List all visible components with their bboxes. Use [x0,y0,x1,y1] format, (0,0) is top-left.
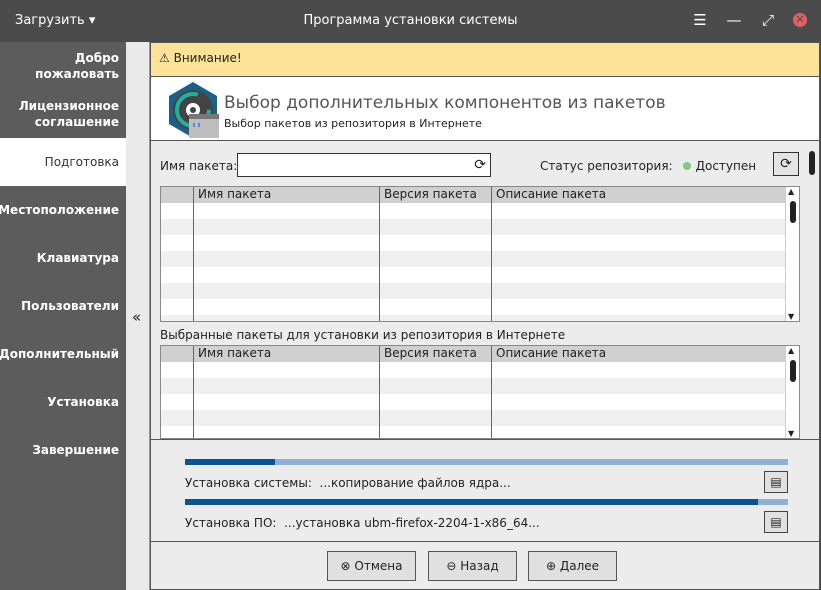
scroll-down-icon[interactable]: ▼ [788,312,794,321]
column-header[interactable]: Имя пакета [194,346,380,362]
system-progress-text: Установка системы: ...копирование файлов… [185,476,511,490]
warning-banner: ⚠ Внимание! [151,43,819,77]
system-progress-status: ...копирование файлов ядра... [319,476,511,490]
warning-icon: ⚠ [159,51,170,65]
table-scrollbar[interactable]: ▲ ▼ [785,187,799,321]
software-progress-text: Установка ПО: ...установка ubm-firefox-2… [185,516,540,530]
sidebar-item[interactable]: Добро пожаловать [0,42,126,90]
available-packages-table[interactable]: Имя пакета Версия пакета Описание пакета ▲ ▼ [160,186,800,322]
software-log-button[interactable]: ▤ [764,511,788,533]
sidebar-item[interactable]: Завершение [0,426,126,474]
refresh-repo-button[interactable]: ⟳ [773,152,799,176]
warning-text: Внимание! [173,51,242,65]
sidebar-item[interactable]: Пользователи [0,282,126,330]
sidebar-item[interactable]: Подготовка [0,138,126,186]
refresh-icon: ⟳ [780,156,792,172]
repo-status-value: Доступен [695,159,757,173]
table-row[interactable] [161,219,799,235]
selected-packages-label: Выбранные пакеты для установки из репози… [160,328,566,342]
cancel-button[interactable]: ⊗ Отмена [327,551,416,581]
refresh-icon[interactable]: ⟳ [474,157,486,173]
next-button[interactable]: ⊕ Далее [528,551,617,581]
table-row[interactable] [161,299,799,315]
table-row[interactable] [161,203,799,219]
back-button[interactable]: ⊖ Назад [428,551,517,581]
column-header[interactable] [161,187,194,203]
selected-packages-table[interactable]: Имя пакета Версия пакета Описание пакета ▲ ▼ [160,345,800,439]
log-icon: ▤ [770,515,782,529]
software-progress-status: ...установка ubm-firefox-2204-1-x86_64..… [284,516,540,530]
table-row[interactable] [161,362,799,378]
scroll-up-icon[interactable]: ▲ [788,346,794,355]
hamburger-menu-icon[interactable]: ☰ [691,11,709,29]
log-icon: ▤ [770,475,782,489]
system-log-button[interactable]: ▤ [764,471,788,493]
status-dot-icon [682,162,691,170]
sidebar-item[interactable]: Клавиатура [0,234,126,282]
page-subtitle: Выбор пакетов из репозитория в Интернете [224,117,482,130]
table-row[interactable] [161,426,799,438]
repo-status: Статус репозитория: Доступен [540,159,756,173]
system-progress-label: Установка системы: [185,476,312,490]
table-row[interactable] [161,235,799,251]
title-bar: Загрузить ▾ Программа установки системы … [0,0,821,42]
back-label: Назад [460,559,499,573]
next-label: Далее [559,559,600,573]
minimize-icon[interactable]: — [725,11,743,29]
sidebar-item[interactable]: Лицензионное соглашение [0,90,126,138]
column-header[interactable]: Описание пакета [492,187,799,203]
cancel-label: Отмена [354,559,403,573]
scroll-up-icon[interactable]: ▲ [788,187,794,196]
column-header[interactable] [161,346,194,362]
package-logo-icon [169,82,219,138]
column-header[interactable]: Версия пакета [380,346,492,362]
arrow-left-icon: ⊖ [446,559,457,573]
table-header: Имя пакета Версия пакета Описание пакета [161,346,799,362]
package-name-input[interactable]: ⟳ [237,153,491,177]
software-progress-label: Установка ПО: [185,516,277,530]
sidebar-item[interactable]: Местоположение [0,186,126,234]
table-row[interactable] [161,315,799,321]
footer: ⊗ Отмена ⊖ Назад ⊕ Далее [151,541,819,589]
cancel-icon: ⊗ [340,559,351,573]
sidebar-item[interactable]: Дополнительный [0,330,126,378]
maximize-icon[interactable]: ⤢ [759,11,777,29]
sidebar: Добро пожаловать Лицензионное соглашение П… [0,42,126,590]
system-progress-bar [185,459,788,465]
page-header: Выбор дополнительных компонентов из паке… [151,77,819,141]
column-header[interactable]: Имя пакета [194,187,380,203]
table-row[interactable] [161,251,799,267]
table-row[interactable] [161,410,799,426]
close-icon[interactable]: ✕ [793,13,807,27]
main-panel: ⚠ Внимание! Выбор дополнительных компоне… [150,42,820,590]
table-scrollbar[interactable]: ▲ ▼ [785,346,799,438]
table-header: Имя пакета Версия пакета Описание пакета [161,187,799,203]
table-row[interactable] [161,378,799,394]
page-title: Выбор дополнительных компонентов из паке… [224,93,666,113]
scroll-down-icon[interactable]: ▼ [788,429,794,438]
package-name-label: Имя пакета: [160,159,238,173]
table-row[interactable] [161,267,799,283]
table-row[interactable] [161,394,799,410]
collapse-sidebar-button[interactable]: « [126,42,150,590]
software-progress-bar [185,499,788,505]
sidebar-item[interactable]: Установка [0,378,126,426]
arrow-right-icon: ⊕ [545,559,557,573]
repo-status-label: Статус репозитория: [540,159,673,173]
progress-section: Установка системы: ...копирование файлов… [151,439,819,541]
main-scrollbar[interactable] [807,147,819,439]
column-header[interactable]: Версия пакета [380,187,492,203]
table-row[interactable] [161,283,799,299]
column-header[interactable]: Описание пакета [492,346,799,362]
double-chevron-left-icon: « [132,308,142,326]
